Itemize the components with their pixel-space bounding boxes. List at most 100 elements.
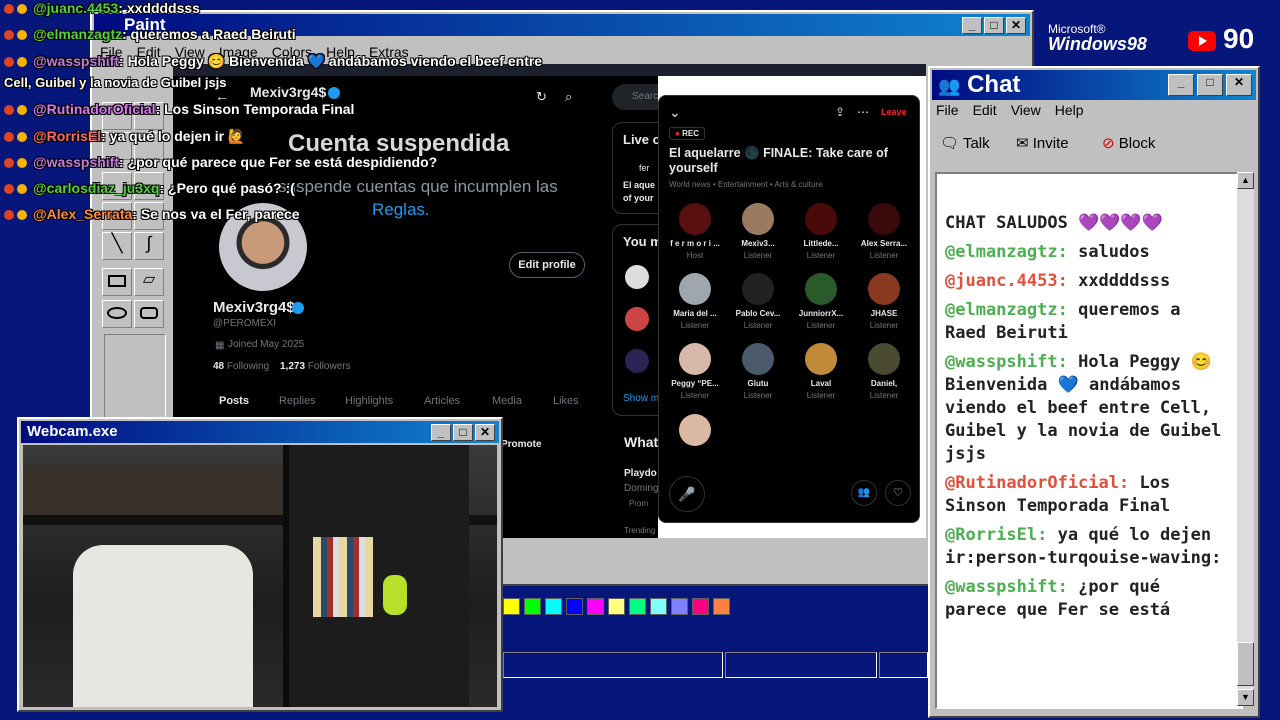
chat-menu-item[interactable]: Help <box>1055 102 1084 118</box>
palette-swatch[interactable] <box>566 598 583 615</box>
profile-tab[interactable]: Posts <box>219 395 249 407</box>
profile-tab[interactable]: Highlights <box>345 395 393 407</box>
following-stat[interactable]: 48 Following <box>213 361 269 372</box>
chat-menu-item[interactable]: Edit <box>973 102 997 118</box>
chat-menu-item[interactable]: File <box>936 102 959 118</box>
rectangle-tool[interactable] <box>102 268 132 296</box>
participant-avatar <box>742 273 774 305</box>
search-icon[interactable]: ⌕ <box>565 89 572 105</box>
curve-tool[interactable]: ∫ <box>134 232 164 260</box>
block-button[interactable]: ⊘ Block <box>1102 134 1155 152</box>
space-participant[interactable]: Laval Listener <box>790 343 852 400</box>
more-icon[interactable]: ⋯ <box>857 105 869 119</box>
participant-role: Listener <box>869 391 899 400</box>
rules-link[interactable]: Reglas. <box>372 200 430 220</box>
who-to-follow-title: You m <box>623 234 658 249</box>
space-participant[interactable]: JHASE Listener <box>853 273 915 330</box>
line-tool[interactable]: ╲ <box>102 232 132 260</box>
people-button[interactable]: 👥 <box>851 480 877 506</box>
participant-name: María del ... <box>673 309 717 318</box>
minimize-button[interactable]: _ <box>962 17 982 34</box>
chat-menubar: File Edit View Help <box>936 102 1098 118</box>
overlay-chat-line: @wasspshift: ¿por qué parece que Fer se … <box>4 154 437 170</box>
palette-swatch[interactable] <box>524 598 541 615</box>
promote-button[interactable]: Promote <box>501 439 542 450</box>
ellipse-tool[interactable] <box>102 300 132 328</box>
space-participant[interactable]: María del ... Listener <box>664 273 726 330</box>
overlay-text: : Se nos va el Fer, parece <box>132 206 300 222</box>
palette-swatch[interactable] <box>713 598 730 615</box>
maximize-button[interactable]: □ <box>984 17 1004 34</box>
books <box>313 537 373 617</box>
palette-swatch[interactable] <box>650 598 667 615</box>
followers-stat[interactable]: 1,273 Followers <box>280 361 351 372</box>
space-participant[interactable]: f e r m o r i ... Host <box>664 203 726 260</box>
space-title: El aquelarre 🌑 FINALE: Take care of your… <box>669 146 888 175</box>
profile-tab[interactable]: Replies <box>279 395 316 407</box>
polygon-tool[interactable]: ▱ <box>134 268 164 296</box>
scroll-down-arrow[interactable]: ▼ <box>1237 689 1254 706</box>
chat-titlebar[interactable]: 👥 Chat _ □ ✕ <box>932 70 1256 100</box>
overlay-chat-line: Cell, Guibel y la novia de Guibel jsjs <box>4 75 227 90</box>
minimize-button[interactable]: _ <box>1168 74 1194 96</box>
close-button[interactable]: ✕ <box>1006 17 1026 34</box>
space-participant[interactable]: Mexiv3... Listener <box>727 203 789 260</box>
talk-button[interactable]: 🗨 Talk <box>940 134 990 152</box>
close-button[interactable]: ✕ <box>475 424 495 441</box>
youtube-icon <box>1188 31 1216 51</box>
webcam-titlebar[interactable]: Webcam.exe _ □ ✕ <box>21 421 499 443</box>
chat-messages-pane[interactable]: CHAT SALUDOS 💜💜💜💜 @elmanzagtz: saludos @j… <box>935 172 1243 709</box>
palette-swatch[interactable] <box>671 598 688 615</box>
show-more-link[interactable]: Show m <box>623 393 658 404</box>
palette-swatch[interactable] <box>545 598 562 615</box>
space-participant[interactable]: JunniorrX... Listener <box>790 273 852 330</box>
chat-menu-item[interactable]: View <box>1011 102 1041 118</box>
participant-name: Pablo Cev... <box>735 309 781 318</box>
invite-button[interactable]: ✉ Invite <box>1016 134 1069 152</box>
palette-swatch[interactable] <box>608 598 625 615</box>
profile-tab[interactable]: Likes <box>553 395 579 407</box>
profile-tab[interactable]: Media <box>492 395 522 407</box>
suggestion-avatar <box>625 349 649 373</box>
overlay-text: : ya qué lo dejen ir 🙋 <box>101 128 246 144</box>
palette-swatch[interactable] <box>503 598 520 615</box>
rounded-rect-tool[interactable] <box>134 300 164 328</box>
chat-scrollbar[interactable]: ▲ ▼ <box>1237 172 1254 706</box>
space-participant[interactable]: Littlede... Listener <box>790 203 852 260</box>
chat-username: @RorrisEl: <box>945 525 1048 545</box>
participant-name: Mexiv3... <box>741 239 775 248</box>
microphone-button[interactable]: 🎤 <box>669 476 705 512</box>
youtube-icon <box>4 158 14 168</box>
space-participant[interactable]: Daniel, Listener <box>853 343 915 400</box>
maximize-button[interactable]: □ <box>1197 74 1223 96</box>
youtube-icon <box>4 30 14 40</box>
search-box[interactable]: Search <box>612 84 658 110</box>
space-participant[interactable]: Alex Serra... Listener <box>853 203 915 260</box>
palette-swatch[interactable] <box>692 598 709 615</box>
talk-icon: 🗨 <box>940 135 960 152</box>
share-icon[interactable]: ⇪ <box>835 105 845 119</box>
reaction-button[interactable]: ♡ <box>885 480 911 506</box>
minimize-button[interactable]: _ <box>431 424 451 441</box>
overlay-username: @elmanzagtz <box>33 26 123 42</box>
refresh-icon[interactable]: ↻ <box>536 89 547 105</box>
maximize-button[interactable]: □ <box>453 424 473 441</box>
edit-profile-button[interactable]: Edit profile <box>509 252 585 278</box>
collapse-chevron-icon[interactable]: ⌄ <box>669 104 681 121</box>
participant-avatar <box>679 203 711 235</box>
overlay-username: @juanc.4453 <box>33 0 119 16</box>
profile-tab[interactable]: Articles <box>424 395 460 407</box>
space-participant[interactable]: Pablo Cev... Listener <box>727 273 789 330</box>
leave-button[interactable]: Leave <box>881 107 907 117</box>
palette-swatch[interactable] <box>629 598 646 615</box>
rec-badge: ● REC <box>669 127 705 140</box>
participant-role: Listener <box>869 321 899 330</box>
space-participant[interactable]: Glutu Listener <box>727 343 789 400</box>
space-participant[interactable]: Peggy “PE... Listener <box>664 343 726 400</box>
chat-message: @elmanzagtz: queremos a Raed Beiruti <box>937 299 1237 351</box>
close-button[interactable]: ✕ <box>1226 74 1252 96</box>
scroll-thumb[interactable] <box>1237 642 1254 686</box>
display-name: Mexiv3rg4$ <box>213 299 295 316</box>
palette-swatch[interactable] <box>587 598 604 615</box>
scroll-up-arrow[interactable]: ▲ <box>1237 172 1254 189</box>
